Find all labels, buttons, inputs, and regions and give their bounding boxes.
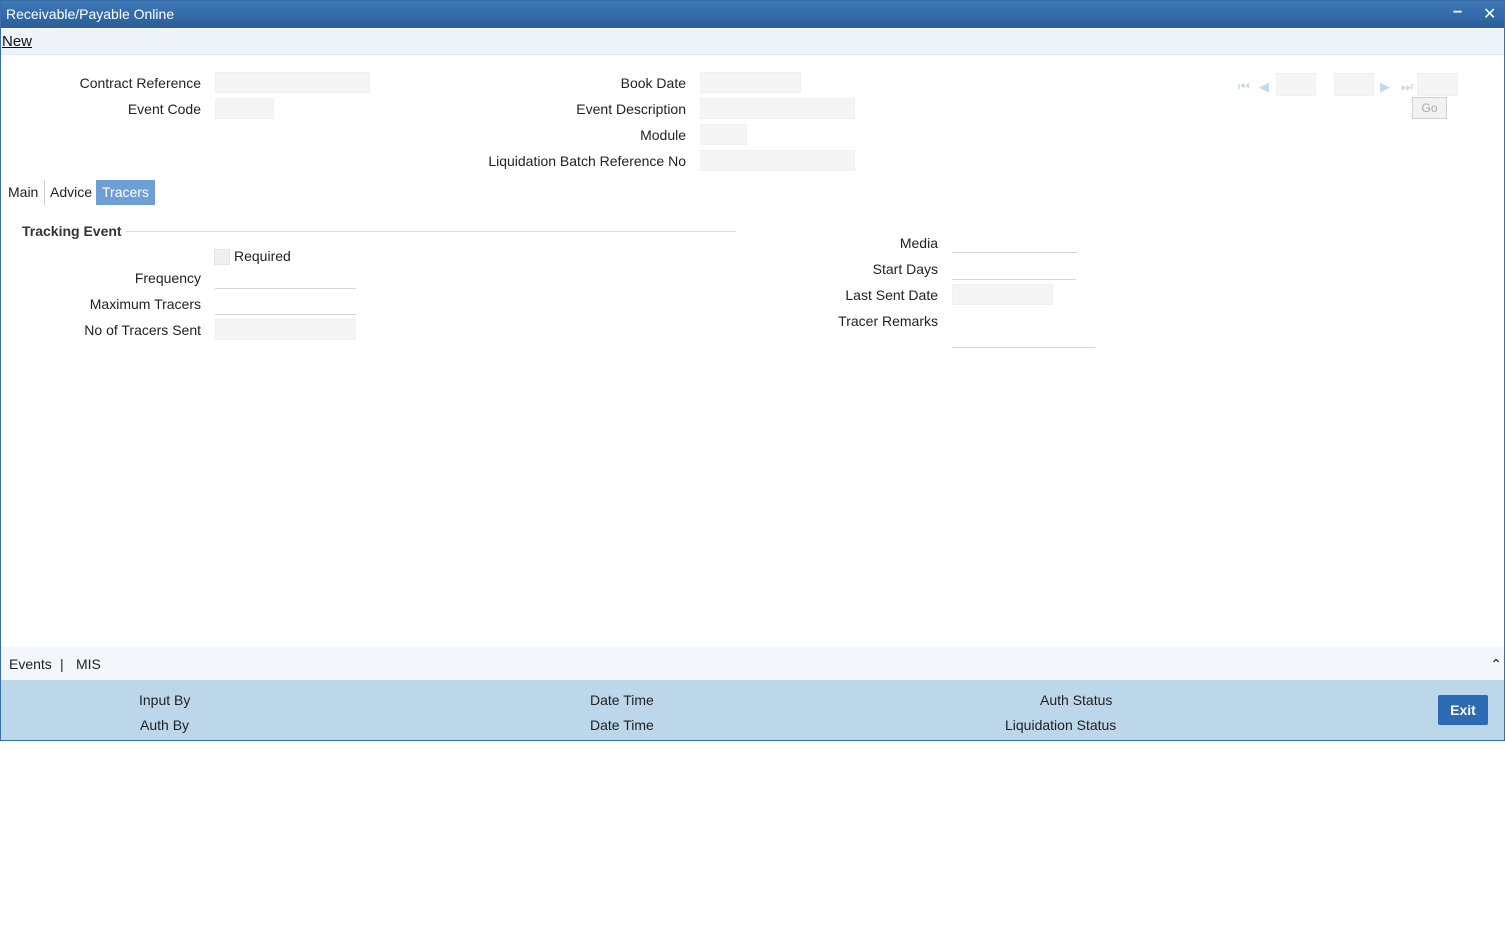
auth-status-label: Auth Status bbox=[1040, 692, 1113, 708]
media-input[interactable] bbox=[952, 233, 1077, 253]
tracking-event-heading: Tracking Event bbox=[22, 223, 122, 239]
last-sent-date-label: Last Sent Date bbox=[845, 287, 938, 303]
maximum-tracers-input[interactable] bbox=[215, 295, 356, 315]
window-title: Receivable/Payable Online bbox=[6, 6, 175, 22]
event-description-input[interactable] bbox=[700, 98, 855, 119]
input-date-time-label: Date Time bbox=[590, 692, 654, 708]
tracer-remarks-input[interactable] bbox=[952, 311, 1095, 348]
input-by-label: Input By bbox=[139, 692, 191, 708]
book-date-input[interactable] bbox=[700, 72, 801, 93]
book-date-label: Book Date bbox=[620, 75, 686, 91]
contract-reference-label: Contract Reference bbox=[79, 75, 201, 91]
subsystem-separator: | bbox=[60, 656, 64, 672]
total-records-input bbox=[1334, 73, 1374, 96]
main-window: Receivable/Payable Online − ✕ New Contra… bbox=[0, 0, 1505, 741]
auth-date-time-label: Date Time bbox=[590, 717, 654, 733]
goto-record-input[interactable] bbox=[1417, 73, 1458, 96]
title-bar: Receivable/Payable Online − ✕ bbox=[1, 1, 1504, 28]
event-code-label: Event Code bbox=[127, 101, 201, 117]
subsystem-bar: Events | MIS ⌃ bbox=[1, 647, 1504, 680]
start-days-input[interactable] bbox=[952, 260, 1076, 280]
previous-record-icon[interactable]: ◀ bbox=[1259, 79, 1269, 95]
minimize-icon[interactable]: − bbox=[1453, 4, 1462, 22]
module-label: Module bbox=[640, 127, 686, 143]
tracer-remarks-label: Tracer Remarks bbox=[838, 313, 938, 329]
tracers-sent-label: No of Tracers Sent bbox=[84, 322, 201, 338]
last-sent-date-input bbox=[952, 284, 1053, 305]
section-divider bbox=[126, 231, 736, 232]
mis-link[interactable]: MIS bbox=[76, 656, 101, 672]
current-record-input[interactable] bbox=[1276, 73, 1316, 96]
maximum-tracers-label: Maximum Tracers bbox=[89, 296, 201, 312]
liquidation-batch-input[interactable] bbox=[700, 150, 855, 171]
required-checkbox[interactable] bbox=[214, 249, 230, 265]
media-label: Media bbox=[899, 235, 938, 251]
required-label: Required bbox=[234, 248, 291, 264]
audit-footer: Input By Auth By Date Time Date Time Aut… bbox=[1, 680, 1504, 740]
liquidation-status-label: Liquidation Status bbox=[1005, 717, 1117, 733]
event-code-input[interactable] bbox=[215, 98, 274, 119]
new-link[interactable]: New bbox=[2, 33, 32, 50]
start-days-label: Start Days bbox=[872, 261, 938, 277]
tracers-sent-input bbox=[215, 319, 356, 340]
auth-by-label: Auth By bbox=[140, 717, 190, 733]
tab-tracers[interactable]: Tracers bbox=[96, 180, 155, 205]
close-icon[interactable]: ✕ bbox=[1483, 4, 1496, 24]
module-input[interactable] bbox=[700, 124, 747, 145]
next-record-icon[interactable]: ▶ bbox=[1380, 79, 1390, 95]
tab-advice[interactable]: Advice bbox=[44, 180, 98, 205]
last-record-icon[interactable]: ⏭ bbox=[1401, 79, 1413, 95]
menu-bar: New bbox=[1, 29, 1504, 55]
events-link[interactable]: Events bbox=[9, 656, 52, 672]
tab-main[interactable]: Main bbox=[2, 180, 46, 205]
go-button[interactable]: Go bbox=[1412, 97, 1447, 119]
first-record-icon[interactable]: ⏮ bbox=[1238, 79, 1250, 95]
contract-reference-input[interactable] bbox=[215, 72, 370, 93]
frequency-label: Frequency bbox=[134, 270, 201, 286]
liquidation-batch-label: Liquidation Batch Reference No bbox=[488, 153, 686, 169]
exit-button[interactable]: Exit bbox=[1438, 695, 1488, 725]
frequency-input[interactable] bbox=[215, 269, 356, 289]
collapse-chevron-icon[interactable]: ⌃ bbox=[1490, 656, 1502, 673]
event-description-label: Event Description bbox=[576, 101, 686, 117]
